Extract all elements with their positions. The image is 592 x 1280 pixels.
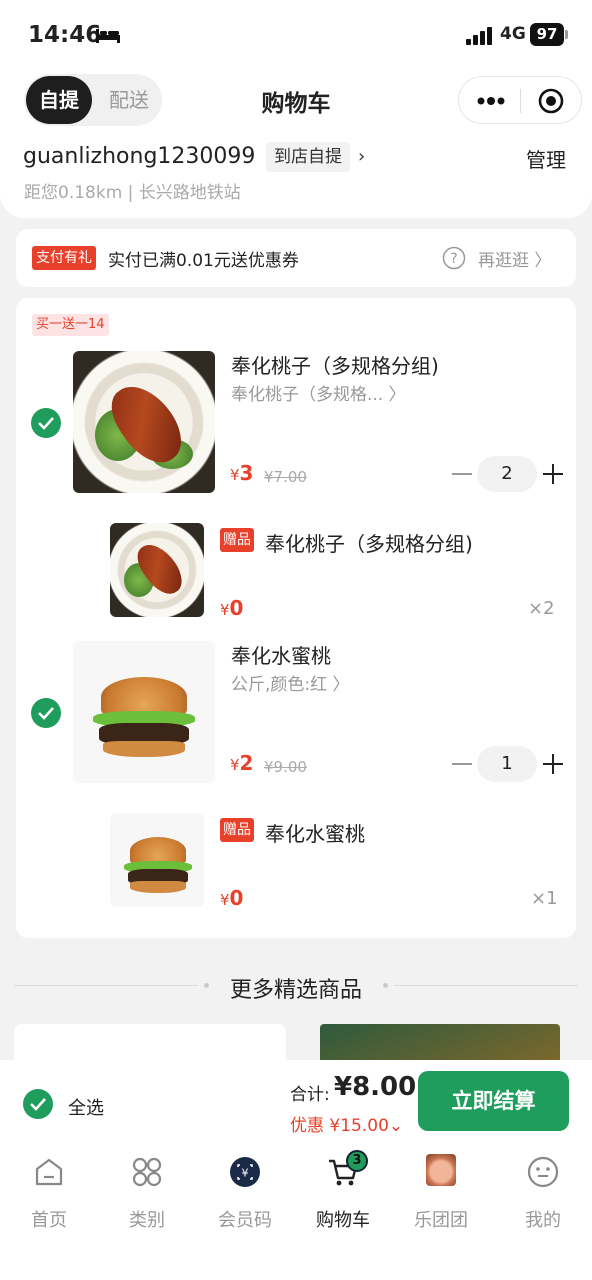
tab-label: 购物车 [316, 1210, 370, 1231]
member-code-icon: ¥ [230, 1157, 260, 1187]
more-section-header: 更多精选商品 [0, 960, 592, 1010]
battery-icon: 97 [530, 23, 564, 46]
tab-label: 乐团团 [414, 1210, 468, 1231]
tab-profile[interactable]: 我的 [494, 1154, 592, 1234]
total-label: 合计: [290, 1085, 330, 1105]
close-target-icon[interactable] [538, 88, 564, 114]
item-spec[interactable]: 奉化桃子（多规格... 〉 [231, 380, 406, 405]
gift-name: 奉化桃子（多规格分组) [265, 532, 473, 556]
item-price: ¥3 [230, 461, 254, 485]
signal-icon [466, 27, 492, 45]
total-value: ¥8.00 [334, 1072, 417, 1102]
quantity-value[interactable]: 1 [477, 746, 537, 782]
tab-bar: 首页 类别 ¥ 会员码 3 购物车 乐团团 我的 [0, 1146, 592, 1280]
item-original-price: ¥7.00 [264, 468, 307, 486]
promo-bar: 支付有礼 实付已满0.01元送优惠券 ? 再逛逛 〉 [16, 229, 576, 287]
discount-detail[interactable]: 优惠 ¥15.00⌄ [290, 1111, 403, 1136]
tab-label: 类别 [129, 1210, 165, 1231]
tab-member-code[interactable]: ¥ 会员码 [196, 1154, 294, 1234]
svg-text:?: ? [450, 251, 457, 267]
pickup-badge[interactable]: 到店自提 [266, 142, 350, 172]
store-distance: 距您0.18km | 长兴路地铁站 [24, 183, 241, 203]
item-name[interactable]: 奉化桃子（多规格分组) [231, 350, 439, 379]
deal-tag: 买一送一14 [32, 314, 109, 336]
capsule-divider [520, 89, 521, 113]
checkout-button[interactable]: 立即结算 [418, 1071, 569, 1131]
status-bar: 14:46 4G 97 [0, 0, 592, 70]
network-type: 4G [500, 24, 526, 44]
cart-card: 买一送一14 奉化桃子（多规格分组) 奉化桃子（多规格... 〉 ¥3 ¥7.0… [16, 298, 576, 938]
gift-image [110, 523, 204, 617]
group-avatar [426, 1154, 456, 1186]
item-spec[interactable]: 公斤,颜色:红 〉 [231, 670, 350, 695]
chevron-right-icon: › [358, 146, 366, 167]
gift-price: ¥0 [220, 886, 244, 910]
divider-dot [383, 983, 388, 988]
mode-delivery-tab[interactable]: 配送 [102, 76, 156, 124]
item-original-price: ¥9.00 [264, 758, 307, 776]
home-icon [35, 1158, 63, 1186]
gift-name: 奉化水蜜桃 [265, 822, 365, 846]
gift-quantity: ×1 [531, 888, 558, 909]
gift-price: ¥0 [220, 596, 244, 620]
promo-tag: 支付有礼 [32, 246, 96, 270]
more-section-title: 更多精选商品 [229, 978, 362, 1003]
page-title: 购物车 [261, 91, 331, 117]
gift-image [110, 813, 204, 907]
tab-category[interactable]: 类别 [98, 1154, 196, 1234]
minus-button[interactable] [452, 763, 472, 765]
plus-button[interactable] [543, 754, 563, 774]
mode-switch[interactable]: 自提 配送 [24, 74, 162, 126]
quantity-value[interactable]: 2 [477, 456, 537, 492]
minus-button[interactable] [452, 473, 472, 475]
gift-tag: 赠品 [220, 528, 254, 552]
bed-icon [96, 29, 120, 43]
item-checkbox[interactable] [31, 698, 61, 728]
item-price: ¥2 [230, 751, 254, 775]
more-icon[interactable] [477, 97, 505, 105]
store-name[interactable]: guanlizhong1230099 [23, 144, 255, 169]
browse-more-link[interactable]: 再逛逛 〉 [478, 246, 551, 271]
cart-count-badge: 3 [346, 1150, 368, 1172]
tab-group[interactable]: 乐团团 [392, 1154, 490, 1234]
item-checkbox[interactable] [31, 408, 61, 438]
mode-pickup-tab[interactable]: 自提 [26, 76, 92, 124]
manage-button[interactable]: 管理 [526, 144, 566, 173]
gift-quantity: ×2 [528, 598, 555, 619]
checkout-bar: 全选 合计: ¥8.00 优惠 ¥15.00⌄ 立即结算 [0, 1060, 592, 1146]
header: 自提 配送 购物车 guanlizhong1230099 到店自提 › 管理 距… [0, 70, 592, 218]
divider [14, 985, 198, 986]
mini-program-capsule [458, 76, 582, 124]
product-image[interactable] [73, 351, 215, 493]
svg-text:¥: ¥ [242, 1167, 249, 1180]
profile-icon [527, 1156, 559, 1188]
battery-tip [565, 30, 568, 39]
tab-label: 我的 [525, 1210, 561, 1231]
tab-cart[interactable]: 3 购物车 [294, 1150, 392, 1234]
select-all-checkbox[interactable] [23, 1089, 53, 1119]
select-all-label[interactable]: 全选 [68, 1094, 104, 1120]
plus-button[interactable] [543, 464, 563, 484]
tab-home[interactable]: 首页 [0, 1154, 98, 1234]
category-icon [132, 1157, 162, 1187]
tab-label: 会员码 [218, 1210, 272, 1231]
item-name[interactable]: 奉化水蜜桃 [231, 640, 331, 669]
status-time: 14:46 [28, 22, 102, 48]
product-image[interactable] [73, 641, 215, 783]
tab-label: 首页 [31, 1210, 67, 1231]
promo-text: 实付已满0.01元送优惠券 [108, 251, 299, 271]
divider [394, 985, 578, 986]
gift-tag: 赠品 [220, 818, 254, 842]
help-icon[interactable]: ? [442, 246, 466, 270]
